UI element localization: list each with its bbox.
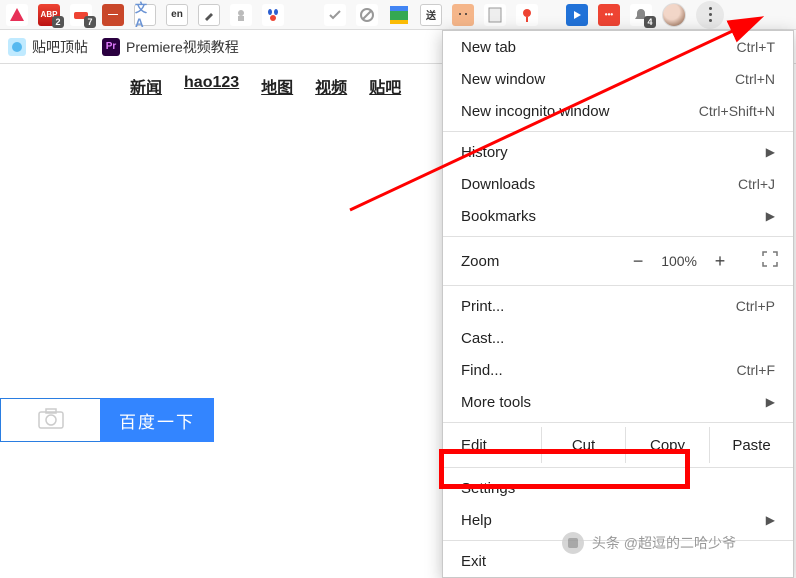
menu-more-tools[interactable]: More tools ▶ xyxy=(443,386,793,418)
ext-red-icon[interactable]: — xyxy=(102,4,124,26)
bookmark-label: Premiere视频教程 xyxy=(126,37,239,57)
watermark: 头条 @超逗的二哈少爷 xyxy=(562,532,736,554)
bookmark-label: 贴吧顶帖 xyxy=(32,37,88,57)
ext-script-icon[interactable] xyxy=(230,4,252,26)
menu-paste[interactable]: Paste xyxy=(709,427,793,463)
ext-dots-icon[interactable]: ••• xyxy=(598,4,620,26)
chrome-menu: New tab Ctrl+T New window Ctrl+N New inc… xyxy=(442,30,794,578)
search-button-label: 百度一下 xyxy=(119,408,195,433)
bell-badge: 4 xyxy=(644,16,656,28)
abp-badge: 2 xyxy=(52,16,64,28)
premiere-icon: Pr xyxy=(102,38,120,56)
ext-abp-icon[interactable]: ABP 2 xyxy=(38,4,60,26)
zoom-out-button[interactable]: − xyxy=(631,251,645,272)
menu-downloads[interactable]: Downloads Ctrl+J xyxy=(443,168,793,200)
ext-circle-cn-icon[interactable]: 送 xyxy=(420,4,442,26)
ext-block-icon[interactable] xyxy=(356,4,378,26)
bookmark-item-tieba[interactable]: 贴吧顶帖 xyxy=(8,37,88,57)
submenu-arrow-icon: ▶ xyxy=(766,395,775,409)
ext-translate-icon[interactable]: 文A xyxy=(134,4,156,26)
search-wrap: 百度一下 xyxy=(0,398,214,442)
menu-separator xyxy=(443,236,793,237)
menu-separator xyxy=(443,467,793,468)
menu-find[interactable]: Find... Ctrl+F xyxy=(443,354,793,386)
menu-zoom: Zoom − 100% + xyxy=(443,241,793,281)
ext-play-icon[interactable] xyxy=(566,4,588,26)
nav-map[interactable]: 地图 xyxy=(261,74,293,98)
menu-new-tab[interactable]: New tab Ctrl+T xyxy=(443,31,793,63)
submenu-arrow-icon: ▶ xyxy=(766,513,775,527)
ext-key-icon[interactable]: 7 xyxy=(70,4,92,26)
nav-tieba[interactable]: 贴吧 xyxy=(369,74,401,98)
nav-hao123[interactable]: hao123 xyxy=(184,74,239,98)
ext-pin-icon[interactable] xyxy=(516,4,538,26)
ext-triangle-icon[interactable] xyxy=(6,4,28,26)
menu-edit-row: Edit Cut Copy Paste xyxy=(443,427,793,463)
search-input[interactable] xyxy=(0,398,100,442)
ext-bell-icon[interactable]: 4 xyxy=(630,4,652,26)
menu-copy[interactable]: Copy xyxy=(625,427,709,463)
bookmark-icon xyxy=(8,38,26,56)
menu-bookmarks[interactable]: Bookmarks ▶ xyxy=(443,200,793,232)
ext-doc-icon[interactable] xyxy=(484,4,506,26)
ext-check-icon[interactable] xyxy=(324,4,346,26)
watermark-text: 头条 @超逗的二哈少爷 xyxy=(592,533,736,553)
key-badge: 7 xyxy=(84,16,96,28)
menu-cut[interactable]: Cut xyxy=(541,427,625,463)
ext-face-icon[interactable] xyxy=(452,4,474,26)
menu-cast[interactable]: Cast... xyxy=(443,322,793,354)
fullscreen-icon[interactable] xyxy=(761,250,779,272)
ext-brush-icon[interactable] xyxy=(198,4,220,26)
zoom-value: 100% xyxy=(661,253,697,269)
menu-separator xyxy=(443,131,793,132)
extensions-bar: ABP 2 7 — 文A en 送 ••• 4 xyxy=(0,0,796,30)
bookmark-item-premiere[interactable]: Pr Premiere视频教程 xyxy=(102,37,239,57)
user-avatar[interactable] xyxy=(662,3,686,27)
menu-separator xyxy=(443,422,793,423)
nav-news[interactable]: 新闻 xyxy=(130,74,162,98)
ext-baidu-icon[interactable] xyxy=(262,4,284,26)
submenu-arrow-icon: ▶ xyxy=(766,145,775,159)
menu-history[interactable]: History ▶ xyxy=(443,136,793,168)
menu-new-window[interactable]: New window Ctrl+N xyxy=(443,63,793,95)
menu-settings[interactable]: Settings xyxy=(443,472,793,504)
nav-video[interactable]: 视频 xyxy=(315,74,347,98)
search-button[interactable]: 百度一下 xyxy=(100,398,214,442)
ext-google-icon[interactable] xyxy=(388,4,410,26)
zoom-in-button[interactable]: + xyxy=(713,251,727,272)
menu-print[interactable]: Print... Ctrl+P xyxy=(443,290,793,322)
ext-en-icon[interactable]: en xyxy=(166,4,188,26)
camera-icon[interactable] xyxy=(38,407,64,433)
watermark-logo-icon xyxy=(562,532,584,554)
menu-separator xyxy=(443,285,793,286)
menu-incognito[interactable]: New incognito window Ctrl+Shift+N xyxy=(443,95,793,127)
submenu-arrow-icon: ▶ xyxy=(766,209,775,223)
chrome-menu-button[interactable] xyxy=(696,1,724,29)
